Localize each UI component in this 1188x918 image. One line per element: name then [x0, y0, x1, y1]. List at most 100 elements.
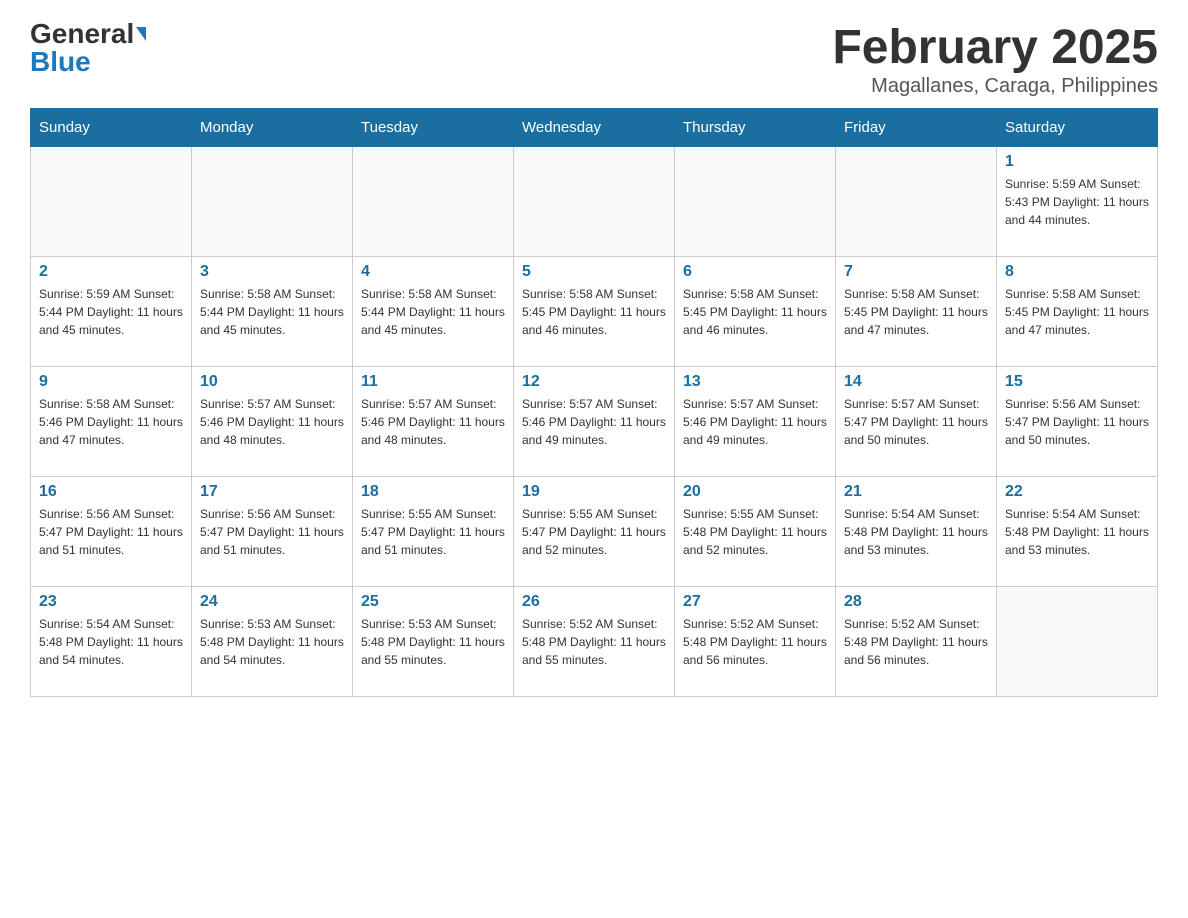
day-number: 9 [39, 373, 183, 391]
day-info: Sunrise: 5:59 AM Sunset: 5:43 PM Dayligh… [1005, 175, 1149, 229]
week-row-5: 23 Sunrise: 5:54 AM Sunset: 5:48 PM Dayli… [31, 587, 1158, 697]
calendar-cell: 4 Sunrise: 5:58 AM Sunset: 5:44 PM Daylig… [353, 257, 514, 367]
day-number: 1 [1005, 153, 1149, 171]
day-info: Sunrise: 5:52 AM Sunset: 5:48 PM Dayligh… [683, 615, 827, 669]
day-number: 3 [200, 263, 344, 281]
calendar-cell: 18 Sunrise: 5:55 AM Sunset: 5:47 PM Dayli… [353, 477, 514, 587]
day-info: Sunrise: 5:58 AM Sunset: 5:44 PM Dayligh… [200, 285, 344, 339]
calendar-cell: 21 Sunrise: 5:54 AM Sunset: 5:48 PM Dayli… [836, 477, 997, 587]
day-number: 18 [361, 483, 505, 501]
calendar-cell: 7 Sunrise: 5:58 AM Sunset: 5:45 PM Daylig… [836, 257, 997, 367]
day-number: 21 [844, 483, 988, 501]
logo: General Blue [30, 20, 146, 76]
calendar-cell: 26 Sunrise: 5:52 AM Sunset: 5:48 PM Dayli… [514, 587, 675, 697]
calendar-cell [997, 587, 1158, 697]
day-info: Sunrise: 5:56 AM Sunset: 5:47 PM Dayligh… [1005, 395, 1149, 449]
header-friday: Friday [836, 109, 997, 147]
day-number: 4 [361, 263, 505, 281]
day-number: 27 [683, 593, 827, 611]
calendar-cell [192, 147, 353, 257]
day-info: Sunrise: 5:58 AM Sunset: 5:45 PM Dayligh… [844, 285, 988, 339]
day-info: Sunrise: 5:56 AM Sunset: 5:47 PM Dayligh… [39, 505, 183, 559]
week-row-4: 16Sunrise: 5:56 AM Sunset: 5:47 PM Dayli… [31, 477, 1158, 587]
day-info: Sunrise: 5:57 AM Sunset: 5:46 PM Dayligh… [522, 395, 666, 449]
day-number: 26 [522, 593, 666, 611]
day-number: 10 [200, 373, 344, 391]
day-info: Sunrise: 5:58 AM Sunset: 5:45 PM Dayligh… [1005, 285, 1149, 339]
day-number: 7 [844, 263, 988, 281]
calendar-cell: 23 Sunrise: 5:54 AM Sunset: 5:48 PM Dayli… [31, 587, 192, 697]
calendar-cell: 28 Sunrise: 5:52 AM Sunset: 5:48 PM Dayli… [836, 587, 997, 697]
title-block: February 2025 Magallanes, Caraga, Philip… [832, 20, 1158, 98]
page-header: General Blue February 2025 Magallanes, C… [30, 20, 1158, 98]
day-info: Sunrise: 5:57 AM Sunset: 5:46 PM Dayligh… [361, 395, 505, 449]
week-row-2: 2 Sunrise: 5:59 AM Sunset: 5:44 PM Daylig… [31, 257, 1158, 367]
calendar-cell [353, 147, 514, 257]
day-info: Sunrise: 5:55 AM Sunset: 5:47 PM Dayligh… [361, 505, 505, 559]
day-info: Sunrise: 5:52 AM Sunset: 5:48 PM Dayligh… [844, 615, 988, 669]
day-number: 11 [361, 373, 505, 391]
calendar-cell: 9 Sunrise: 5:58 AM Sunset: 5:46 PM Daylig… [31, 367, 192, 477]
day-number: 2 [39, 263, 183, 281]
calendar-cell: 2 Sunrise: 5:59 AM Sunset: 5:44 PM Daylig… [31, 257, 192, 367]
day-info: Sunrise: 5:53 AM Sunset: 5:48 PM Dayligh… [200, 615, 344, 669]
day-number: 14 [844, 373, 988, 391]
day-info: Sunrise: 5:52 AM Sunset: 5:48 PM Dayligh… [522, 615, 666, 669]
calendar-cell: 14 Sunrise: 5:57 AM Sunset: 5:47 PM Dayli… [836, 367, 997, 477]
calendar-cell [836, 147, 997, 257]
day-info: Sunrise: 5:58 AM Sunset: 5:44 PM Dayligh… [361, 285, 505, 339]
calendar-cell: 10Sunrise: 5:57 AM Sunset: 5:46 PM Dayli… [192, 367, 353, 477]
logo-general: General [30, 20, 134, 48]
day-number: 23 [39, 593, 183, 611]
calendar-cell: 6Sunrise: 5:58 AM Sunset: 5:45 PM Daylig… [675, 257, 836, 367]
location-subtitle: Magallanes, Caraga, Philippines [832, 75, 1158, 98]
calendar-cell: 17 Sunrise: 5:56 AM Sunset: 5:47 PM Dayli… [192, 477, 353, 587]
calendar-cell: 15 Sunrise: 5:56 AM Sunset: 5:47 PM Dayli… [997, 367, 1158, 477]
day-number: 8 [1005, 263, 1149, 281]
day-info: Sunrise: 5:56 AM Sunset: 5:47 PM Dayligh… [200, 505, 344, 559]
logo-arrow-icon [136, 27, 146, 41]
calendar-cell: 22Sunrise: 5:54 AM Sunset: 5:48 PM Dayli… [997, 477, 1158, 587]
calendar-cell: 25Sunrise: 5:53 AM Sunset: 5:48 PM Dayli… [353, 587, 514, 697]
calendar-cell: 24 Sunrise: 5:53 AM Sunset: 5:48 PM Dayli… [192, 587, 353, 697]
calendar-cell: 3 Sunrise: 5:58 AM Sunset: 5:44 PM Daylig… [192, 257, 353, 367]
day-info: Sunrise: 5:57 AM Sunset: 5:46 PM Dayligh… [683, 395, 827, 449]
day-number: 20 [683, 483, 827, 501]
header-wednesday: Wednesday [514, 109, 675, 147]
day-info: Sunrise: 5:54 AM Sunset: 5:48 PM Dayligh… [844, 505, 988, 559]
header-sunday: Sunday [31, 109, 192, 147]
week-row-3: 9 Sunrise: 5:58 AM Sunset: 5:46 PM Daylig… [31, 367, 1158, 477]
calendar-cell: 16Sunrise: 5:56 AM Sunset: 5:47 PM Dayli… [31, 477, 192, 587]
week-row-1: 1 Sunrise: 5:59 AM Sunset: 5:43 PM Daylig… [31, 147, 1158, 257]
header-saturday: Saturday [997, 109, 1158, 147]
day-info: Sunrise: 5:53 AM Sunset: 5:48 PM Dayligh… [361, 615, 505, 669]
logo-blue: Blue [30, 48, 91, 76]
day-info: Sunrise: 5:58 AM Sunset: 5:46 PM Dayligh… [39, 395, 183, 449]
calendar-cell [31, 147, 192, 257]
header-row: SundayMondayTuesdayWednesdayThursdayFrid… [31, 109, 1158, 147]
day-number: 15 [1005, 373, 1149, 391]
day-info: Sunrise: 5:59 AM Sunset: 5:44 PM Dayligh… [39, 285, 183, 339]
day-info: Sunrise: 5:57 AM Sunset: 5:47 PM Dayligh… [844, 395, 988, 449]
day-info: Sunrise: 5:55 AM Sunset: 5:48 PM Dayligh… [683, 505, 827, 559]
day-number: 17 [200, 483, 344, 501]
calendar-cell: 5Sunrise: 5:58 AM Sunset: 5:45 PM Daylig… [514, 257, 675, 367]
month-title: February 2025 [832, 20, 1158, 75]
calendar-cell: 19 Sunrise: 5:55 AM Sunset: 5:47 PM Dayli… [514, 477, 675, 587]
day-info: Sunrise: 5:55 AM Sunset: 5:47 PM Dayligh… [522, 505, 666, 559]
calendar-cell: 13 Sunrise: 5:57 AM Sunset: 5:46 PM Dayli… [675, 367, 836, 477]
day-number: 19 [522, 483, 666, 501]
day-number: 22 [1005, 483, 1149, 501]
header-thursday: Thursday [675, 109, 836, 147]
calendar-cell: 12Sunrise: 5:57 AM Sunset: 5:46 PM Dayli… [514, 367, 675, 477]
day-info: Sunrise: 5:54 AM Sunset: 5:48 PM Dayligh… [39, 615, 183, 669]
calendar-cell: 1 Sunrise: 5:59 AM Sunset: 5:43 PM Daylig… [997, 147, 1158, 257]
day-info: Sunrise: 5:58 AM Sunset: 5:45 PM Dayligh… [683, 285, 827, 339]
day-number: 13 [683, 373, 827, 391]
calendar-table: SundayMondayTuesdayWednesdayThursdayFrid… [30, 108, 1158, 697]
day-number: 28 [844, 593, 988, 611]
header-monday: Monday [192, 109, 353, 147]
calendar-cell: 27 Sunrise: 5:52 AM Sunset: 5:48 PM Dayli… [675, 587, 836, 697]
calendar-cell: 8 Sunrise: 5:58 AM Sunset: 5:45 PM Daylig… [997, 257, 1158, 367]
day-number: 24 [200, 593, 344, 611]
